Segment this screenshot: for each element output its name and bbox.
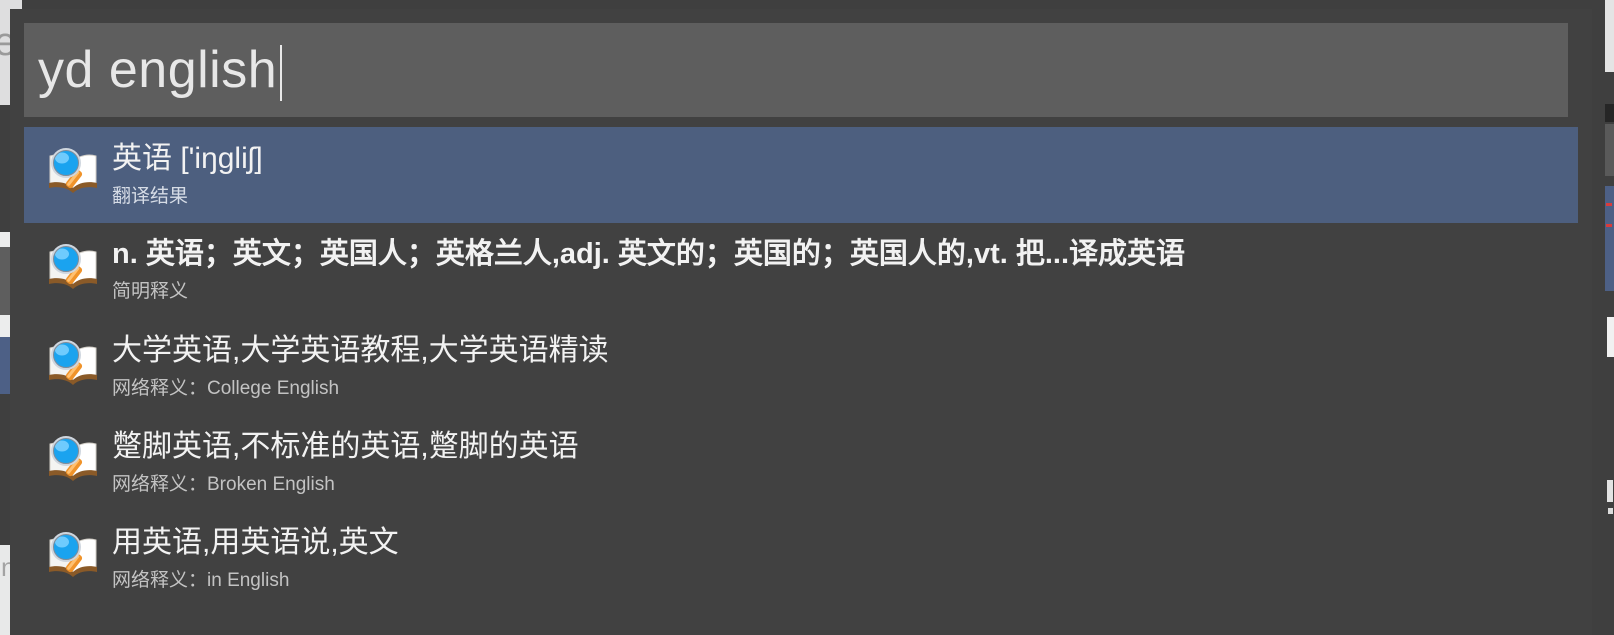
results-list: 英语 ['iŋgliʃ] 翻译结果 n. 英语；英文；英国人；英格兰人,adj. 英… — [24, 127, 1578, 635]
background-strip-grey — [0, 247, 10, 315]
background-text-block-right — [1608, 508, 1613, 514]
result-row[interactable]: 大学英语,大学英语教程,大学英语精读网络释义：College English — [24, 319, 1578, 415]
result-row[interactable]: 用英语,用英语说,英文网络释义：in English — [24, 511, 1578, 607]
background-panel-top-right — [1605, 0, 1614, 72]
background-text-block-right — [1607, 480, 1613, 502]
background-minimap-marker — [1606, 224, 1612, 227]
dictionary-search-icon — [44, 527, 102, 585]
result-title: 英语 ['iŋgliʃ] — [112, 142, 263, 175]
result-row-body: 英语 ['iŋgliʃ] 翻译结果 — [102, 127, 263, 208]
text-cursor — [280, 45, 283, 101]
background-strip-dark-right — [1605, 104, 1614, 122]
result-row[interactable]: n. 英语；英文；英国人；英格兰人,adj. 英文的；英国的；英国人的,vt. … — [24, 223, 1578, 319]
result-title: 蹩脚英语,不标准的英语,蹩脚的英语 — [112, 430, 579, 463]
result-row-body: 用英语,用英语说,英文网络释义：in English — [102, 511, 399, 592]
dictionary-search-icon — [44, 335, 102, 393]
result-row-body: 蹩脚英语,不标准的英语,蹩脚的英语网络释义：Broken English — [102, 415, 579, 496]
background-minimap-right — [1605, 186, 1614, 291]
result-title: 大学英语,大学英语教程,大学英语精读 — [112, 334, 609, 367]
result-subtitle: 网络释义：in English — [112, 570, 290, 592]
background-strip-blue — [0, 337, 10, 394]
background-minimap-marker — [1606, 203, 1612, 206]
result-subtitle: 简明释义 — [112, 281, 189, 303]
result-row[interactable]: 蹩脚英语,不标准的英语,蹩脚的英语网络释义：Broken English — [24, 415, 1578, 511]
result-subtitle: 网络释义：Broken English — [112, 474, 335, 496]
background-text-block-right — [1607, 317, 1614, 357]
search-input-value[interactable]: yd english — [38, 44, 277, 96]
result-subtitle: 翻译结果 — [112, 186, 189, 208]
result-row[interactable]: 英语 ['iŋgliʃ] 翻译结果 — [24, 127, 1578, 223]
result-row-body: n. 英语；英文；英国人；英格兰人,adj. 英文的；英国的；英国人的,vt. … — [102, 223, 1185, 303]
result-title: n. 英语；英文；英国人；英格兰人,adj. 英文的；英国的；英国人的,vt. … — [112, 238, 1186, 270]
dictionary-popup-window: yd english 英语 ['iŋgliʃ] 翻译结果 n. 英语；英文；英国人；… — [10, 9, 1592, 635]
dictionary-search-icon — [44, 431, 102, 489]
search-field[interactable]: yd english — [24, 23, 1568, 117]
result-title: 用英语,用英语说,英文 — [112, 526, 399, 559]
result-row-body: 大学英语,大学英语教程,大学英语精读网络释义：College English — [102, 319, 609, 400]
background-strip-grey-right — [1605, 124, 1614, 176]
dictionary-search-icon — [44, 239, 102, 297]
result-subtitle: 网络释义：College English — [112, 378, 340, 400]
dictionary-search-icon — [44, 143, 102, 201]
